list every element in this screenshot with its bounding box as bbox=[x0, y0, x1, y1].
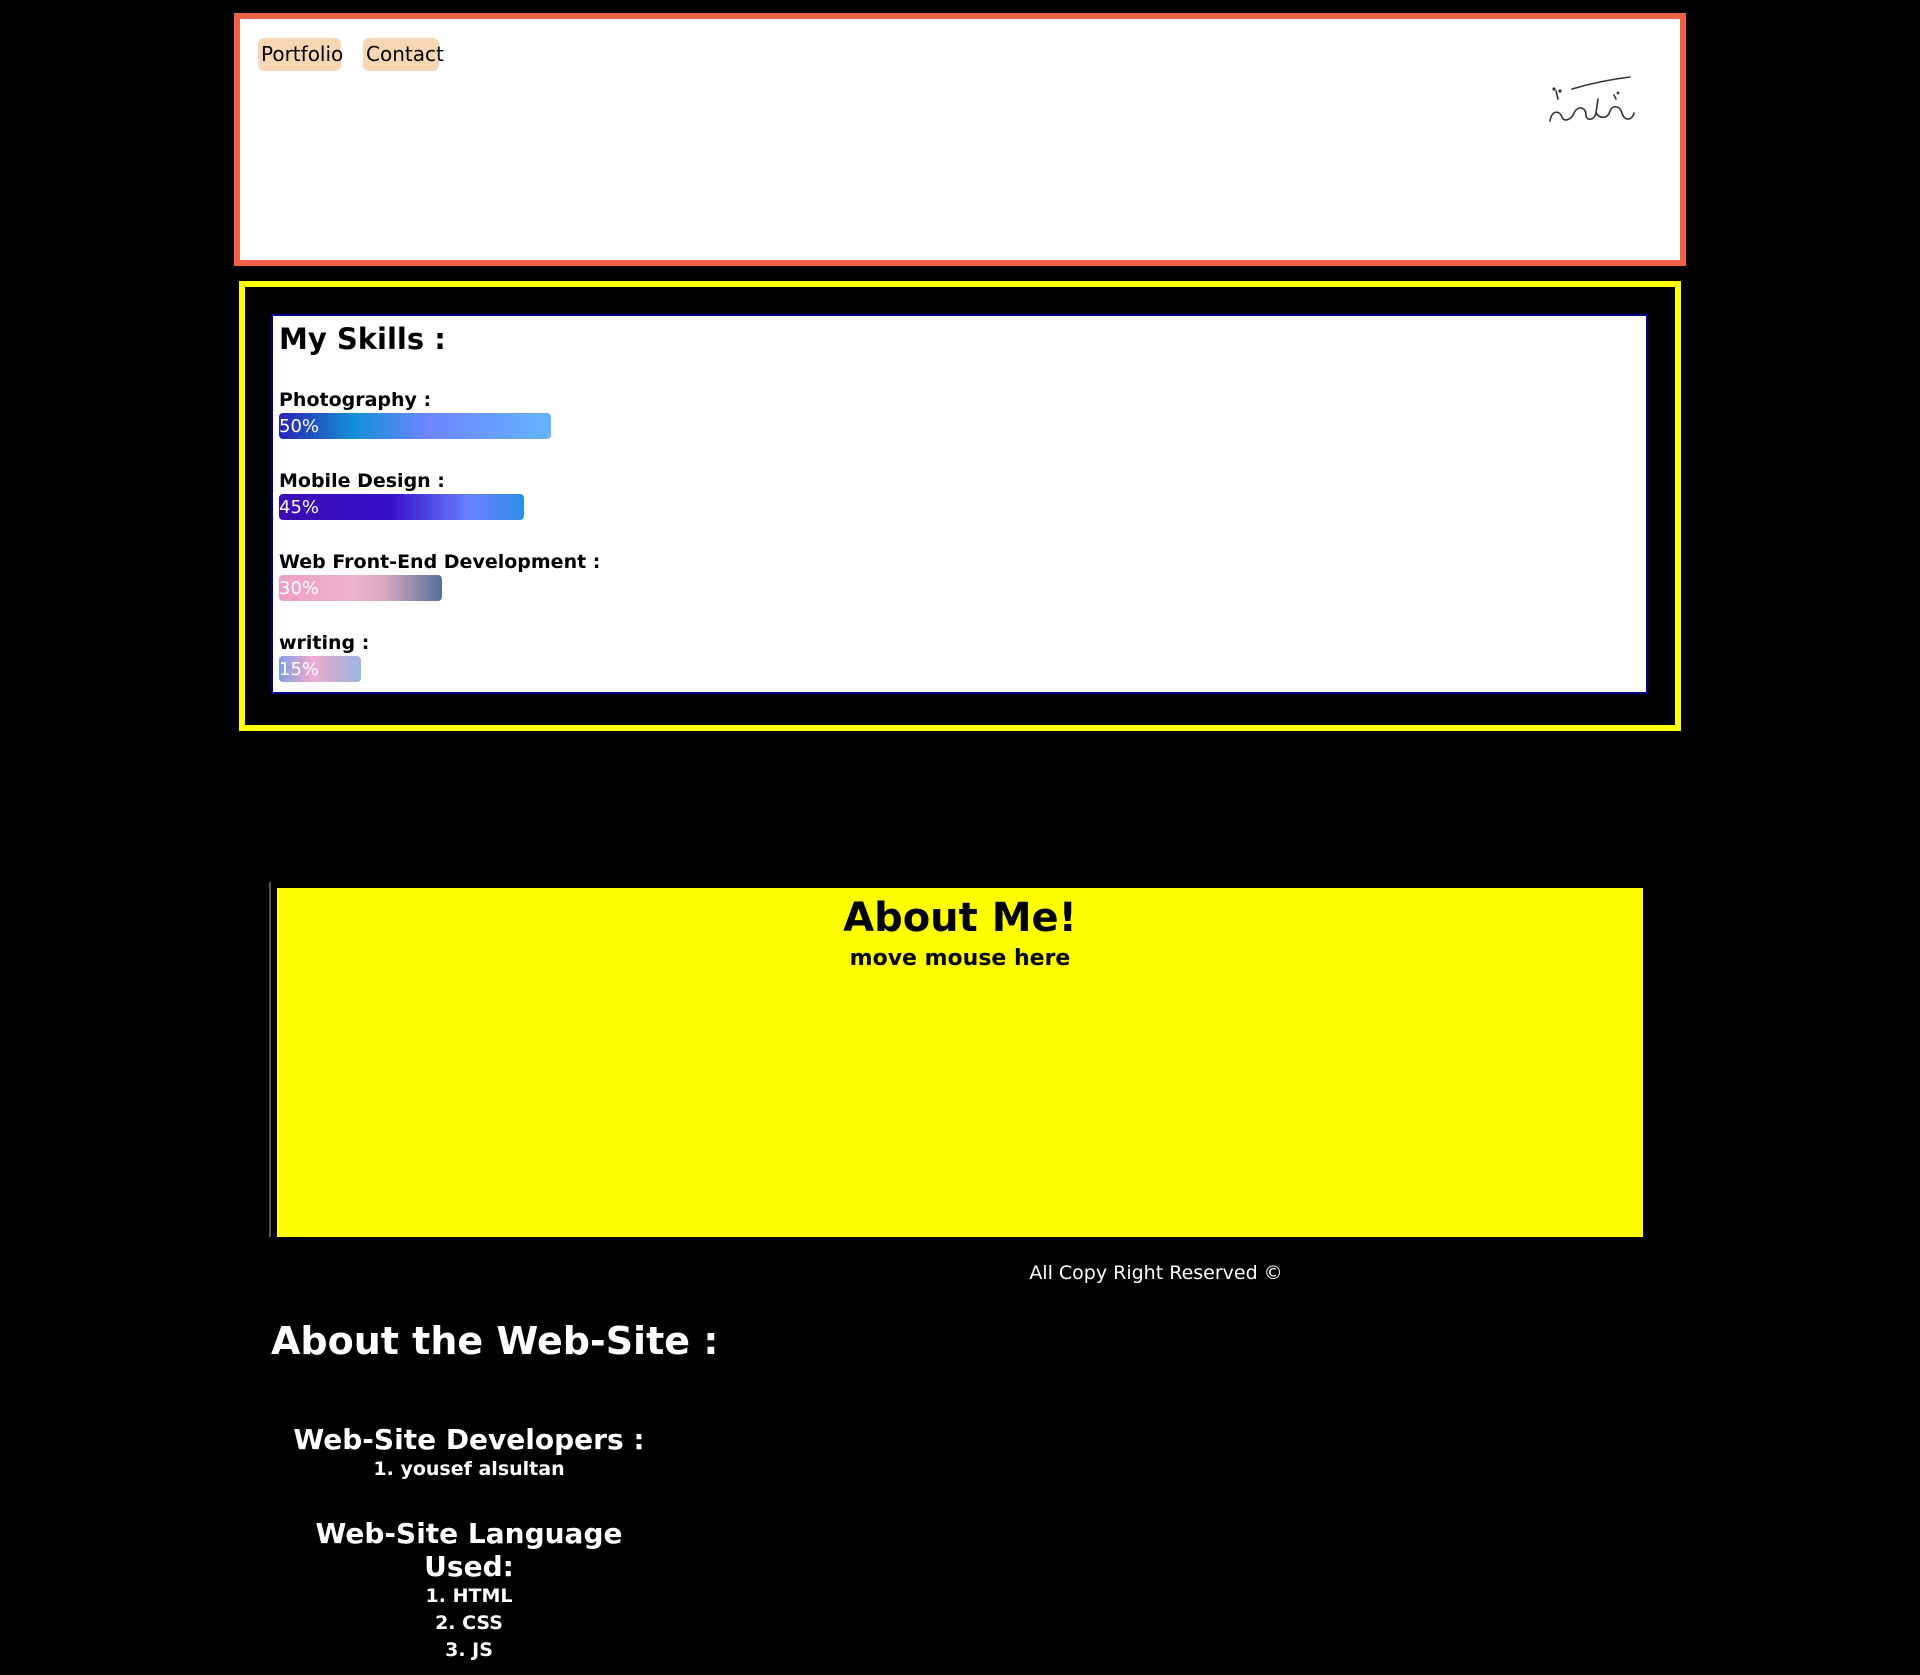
languages-heading: Web-Site Language Used: bbox=[315, 1517, 623, 1583]
site-info-title: About the Web-Site : bbox=[271, 1319, 719, 1363]
languages-section: Web-Site Language Used: 1. HTML 2. CSS 3… bbox=[269, 1517, 669, 1664]
site-header: Portfolio Contact bbox=[234, 13, 1686, 266]
about-divider bbox=[269, 882, 271, 1237]
nav-portfolio-button[interactable]: Portfolio bbox=[258, 38, 343, 71]
about-hover-hint: move mouse here bbox=[849, 946, 1071, 971]
language-item: 3. JS bbox=[445, 1639, 493, 1661]
skill-bar-web-frontend: 30% bbox=[279, 575, 442, 601]
skills-title: My Skills : bbox=[279, 322, 446, 356]
skill-label-mobile-design: Mobile Design : bbox=[279, 470, 445, 492]
about-me-box[interactable]: About Me! move mouse here bbox=[277, 888, 1643, 1237]
skills-card: My Skills : Photography : 50% Mobile Des… bbox=[271, 314, 1648, 694]
nav-contact-button[interactable]: Contact bbox=[363, 38, 444, 71]
signature-logo bbox=[1549, 76, 1635, 122]
copyright-text: All Copy Right Reserved © bbox=[1029, 1262, 1283, 1284]
developers-section: Web-Site Developers : 1. yousef alsultan bbox=[269, 1423, 669, 1483]
skill-label-photography: Photography : bbox=[279, 389, 432, 411]
skill-bar-photography: 50% bbox=[279, 413, 551, 439]
skills-section: My Skills : Photography : 50% Mobile Des… bbox=[239, 281, 1681, 731]
language-item: 2. CSS bbox=[435, 1612, 503, 1634]
about-title: About Me! bbox=[843, 895, 1077, 941]
language-item: 1. HTML bbox=[425, 1585, 513, 1607]
skill-bar-writing: 15% bbox=[279, 656, 361, 682]
developers-heading: Web-Site Developers : bbox=[293, 1423, 645, 1456]
skill-label-writing: writing : bbox=[279, 632, 370, 654]
skill-bar-mobile-design: 45% bbox=[279, 494, 524, 520]
developer-item: 1. yousef alsultan bbox=[373, 1458, 565, 1480]
skill-label-web-frontend: Web Front-End Development : bbox=[279, 551, 601, 573]
